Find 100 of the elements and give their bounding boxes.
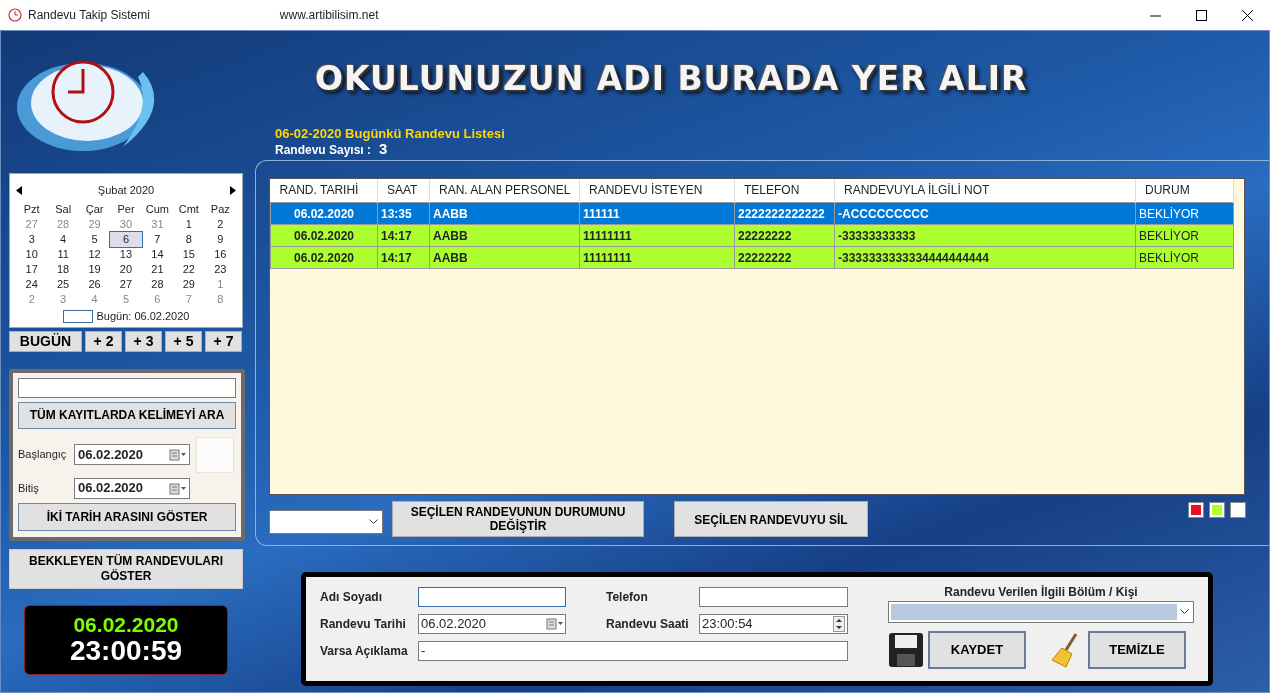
weekday-label: Cum [144,202,171,217]
search-button[interactable]: TÜM KAYITLARDA KELİMEYİ ARA [18,401,236,429]
date-field[interactable]: 06.02.2020 [74,477,190,499]
table-cell: 11111111 [579,246,735,269]
table-cell: AABB [429,246,580,269]
previous-month-icon[interactable] [16,185,22,195]
calendar-day[interactable]: 28 [47,217,79,232]
description-field[interactable]: - [418,640,848,661]
column-header[interactable]: TELEFON [734,179,835,203]
phone-field[interactable] [699,586,848,607]
calendar-day[interactable]: 5 [110,292,142,307]
calendar-day[interactable]: 9 [204,232,236,247]
form-label: Randevu Tarihi [320,615,407,633]
weekday-label: Çar [84,202,105,217]
calendar-day[interactable]: 4 [47,232,79,247]
next-month-icon[interactable] [230,185,236,195]
calendar-day[interactable]: 31 [141,217,174,232]
calendar-day[interactable]: 18 [47,262,79,277]
delete-button[interactable]: SEÇİLEN RANDEVUYU SİL [674,501,868,537]
table-cell: 06.02.2020 [270,246,378,269]
save-button[interactable]: KAYDET [928,631,1026,669]
department-dropdown[interactable] [888,601,1194,623]
change-status-button[interactable]: SEÇİLEN RANDEVUNUN DURUMUNU DEĞİŞTİR [392,501,644,537]
maximize-icon[interactable] [1195,9,1207,21]
weekday-label: Pzt [22,202,41,217]
calendar-day[interactable]: 4 [78,292,111,307]
table-cell: 11111111 [579,224,735,247]
calendar-day[interactable]: 8 [173,232,205,247]
calendar-day[interactable]: 2 [204,217,236,232]
clear-button[interactable]: TEMİZLE [1088,631,1186,669]
calendar-day[interactable]: 27 [16,217,48,232]
window-title: Randevu Takip Sistemi [28,7,150,24]
chevron-down-icon [369,519,378,525]
calendar-day[interactable]: 1 [204,277,236,292]
calendar-day[interactable]: 7 [141,232,174,247]
quick-date-button[interactable]: + 7 [205,330,242,352]
column-header[interactable]: SAAT [377,179,430,203]
calendar-day[interactable]: 13 [110,247,142,262]
calendar-day[interactable]: 25 [47,277,79,292]
quick-date-button[interactable]: + 2 [85,330,122,352]
quick-date-button[interactable]: + 5 [165,330,202,352]
name-field[interactable] [418,586,566,607]
column-header[interactable]: RANDEVUYLA İLGİLİ NOT [834,179,1136,203]
calendar-dropdown-icon [546,617,563,630]
status-dropdown[interactable] [269,510,383,534]
calendar-day[interactable]: 21 [141,262,174,277]
month-label: Şubat 2020 [97,182,155,198]
date-field[interactable]: 06.02.2020 [74,444,190,465]
clock-date: 06.02.2020 [73,614,179,635]
quick-date-button[interactable]: + 3 [125,330,162,352]
table-cell: 13:35 [377,202,430,225]
time-field[interactable]: 23:00:54 [699,613,848,634]
date-range-button[interactable]: İKİ TARİH ARASINI GÖSTER [18,502,236,531]
form-label: Randevu Verilen İlgili Bölüm / Kişi [944,584,1138,601]
calendar-day[interactable]: 1 [173,217,205,232]
quick-date-button[interactable]: BUGÜN [9,330,82,352]
clock-time: 23:00:59 [69,637,183,665]
calendar-day[interactable]: 3 [47,292,79,307]
calendar-day[interactable]: 7 [173,292,205,307]
table-cell: BEKLİYOR [1135,202,1234,225]
calendar-day[interactable]: 8 [204,292,236,307]
calendar-day[interactable]: 12 [78,247,111,262]
calendar-day[interactable]: 11 [47,247,79,262]
column-header[interactable]: RANDEVU İSTEYEN [579,179,735,203]
calendar-day[interactable]: 29 [173,277,205,292]
pending-appointments-button[interactable]: BEKKLEYEN TÜM RANDEVULARI GÖSTER [9,548,243,589]
search-field[interactable] [18,377,236,398]
calendar-day[interactable]: 29 [78,217,111,232]
calendar-day[interactable]: 2 [16,292,48,307]
calendar-day[interactable]: 15 [173,247,205,262]
calendar-day[interactable]: 6 [110,232,142,247]
calendar-day[interactable]: 26 [78,277,111,292]
calendar-day[interactable]: 10 [16,247,48,262]
column-header[interactable]: DURUM [1135,179,1234,203]
calendar-day[interactable]: 27 [110,277,142,292]
calendar-day[interactable]: 22 [173,262,205,277]
today-link[interactable]: Bugün: 06.02.2020 [96,308,190,325]
today-marker [62,309,93,323]
calendar-day[interactable]: 3 [16,232,48,247]
calendar-day[interactable]: 17 [16,262,48,277]
calendar-day[interactable]: 23 [204,262,236,277]
calendar-day[interactable]: 16 [204,247,236,262]
table-row[interactable]: 06.02.2020 14:17 AABB 11111111 22222222 -33333333333 BEKLİYOR [270,224,1234,247]
calendar-day[interactable]: 24 [16,277,48,292]
calendar-day[interactable]: 14 [141,247,174,262]
date-field[interactable]: 06.02.2020 [418,613,566,634]
column-header[interactable]: RAND. TARIHİ [270,179,378,203]
column-header[interactable]: RAN. ALAN PERSONEL [429,179,580,203]
calendar-day[interactable]: 5 [78,232,111,247]
calendar-day[interactable]: 28 [141,277,174,292]
calendar-day[interactable]: 19 [78,262,111,277]
table-cell: AABB [429,224,580,247]
calendar-day[interactable]: 30 [110,217,142,232]
calendar-day[interactable]: 6 [141,292,174,307]
table-cell: 06.02.2020 [270,224,378,247]
table-row[interactable]: 06.02.2020 13:35 AABB 111111 2222222222222 -ACCCCCCCCC BEKLİYOR [270,202,1234,225]
close-icon[interactable] [1241,9,1253,21]
table-row[interactable]: 06.02.2020 14:17 AABB 11111111 22222222 -3333333333334444444444 BEKLİYOR [270,246,1234,269]
weekday-label: Per [116,202,136,217]
calendar-day[interactable]: 20 [110,262,142,277]
